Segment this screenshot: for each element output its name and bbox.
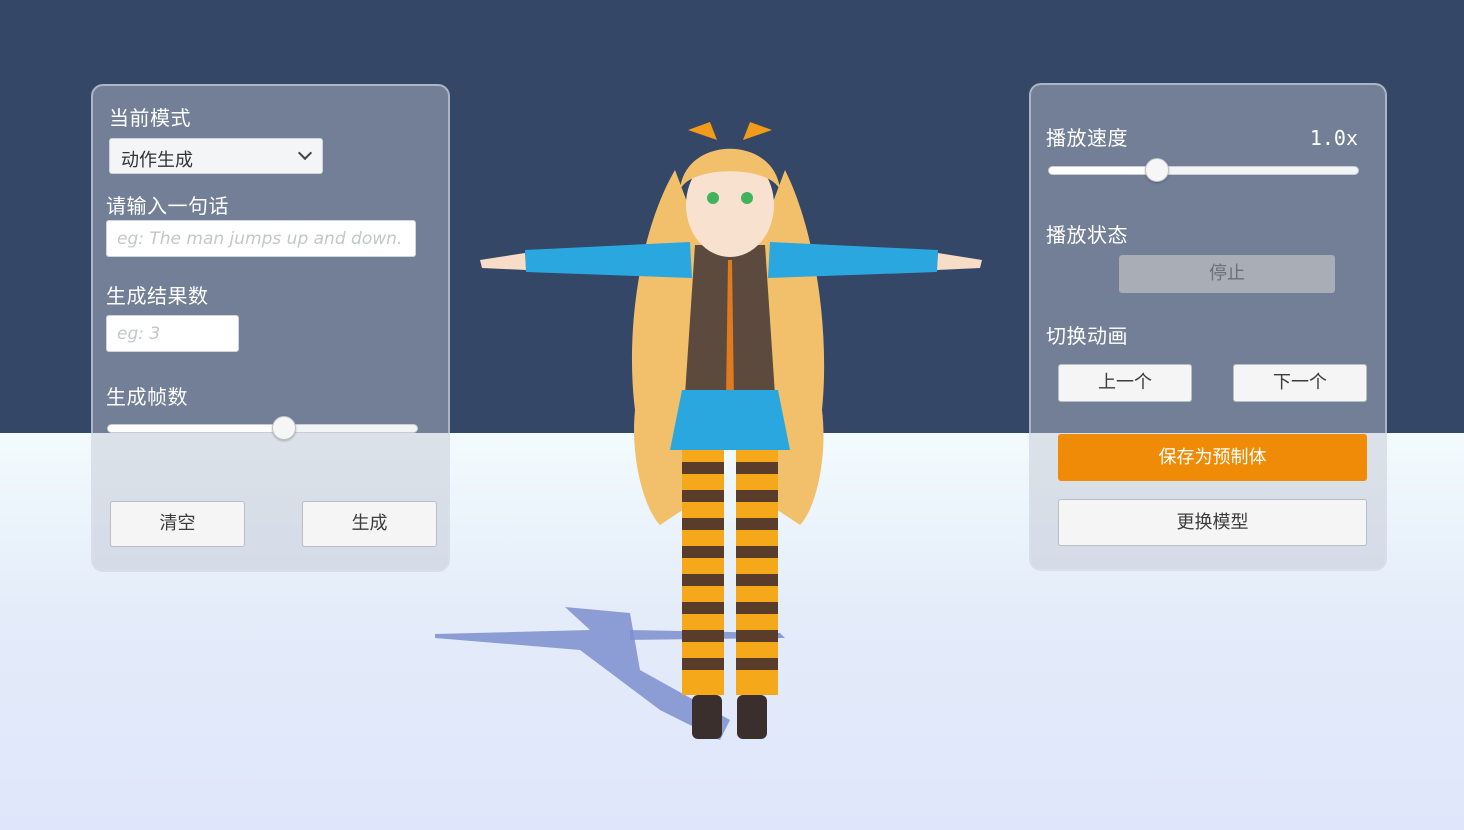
- mode-label: 当前模式: [109, 106, 191, 130]
- mode-dropdown-value: 动作生成: [121, 150, 193, 171]
- generation-panel: 当前模式 动作生成 请输入一句话 生成结果数 生成帧数 清空 生成: [91, 84, 450, 572]
- next-animation-button[interactable]: 下一个: [1233, 364, 1367, 402]
- frames-slider-fill: [108, 425, 285, 432]
- state-label: 播放状态: [1046, 223, 1128, 247]
- speed-value: 1.0x: [1309, 126, 1358, 150]
- character-right-sleeve: [768, 242, 938, 278]
- generate-button[interactable]: 生成: [302, 501, 437, 547]
- character-model: [435, 122, 982, 740]
- switch-animation-label: 切换动画: [1046, 324, 1128, 348]
- save-prefab-button[interactable]: 保存为预制体: [1058, 434, 1367, 481]
- mode-dropdown[interactable]: 动作生成: [109, 138, 323, 174]
- clear-button[interactable]: 清空: [110, 501, 245, 547]
- speed-label: 播放速度: [1046, 126, 1128, 150]
- change-model-button[interactable]: 更换模型: [1058, 499, 1367, 546]
- speed-slider[interactable]: [1048, 158, 1359, 182]
- frames-slider[interactable]: [107, 416, 418, 440]
- result-count-label: 生成结果数: [106, 284, 209, 308]
- prev-animation-button[interactable]: 上一个: [1058, 364, 1192, 402]
- speed-slider-fill: [1049, 167, 1158, 174]
- character-legs: [682, 450, 778, 739]
- character-skirt: [670, 390, 790, 450]
- character-left-sleeve: [525, 242, 692, 278]
- frames-label: 生成帧数: [106, 385, 188, 409]
- result-count-input[interactable]: [106, 315, 239, 352]
- frames-slider-handle[interactable]: [272, 416, 297, 440]
- sentence-label: 请输入一句话: [106, 194, 229, 218]
- chevron-down-icon: [297, 145, 313, 161]
- playback-panel: 播放速度 1.0x 播放状态 停止 切换动画 上一个 下一个 保存为预制体 更换…: [1029, 83, 1387, 571]
- sentence-input[interactable]: [106, 220, 416, 257]
- stop-button[interactable]: 停止: [1119, 255, 1335, 293]
- speed-slider-handle[interactable]: [1145, 158, 1170, 182]
